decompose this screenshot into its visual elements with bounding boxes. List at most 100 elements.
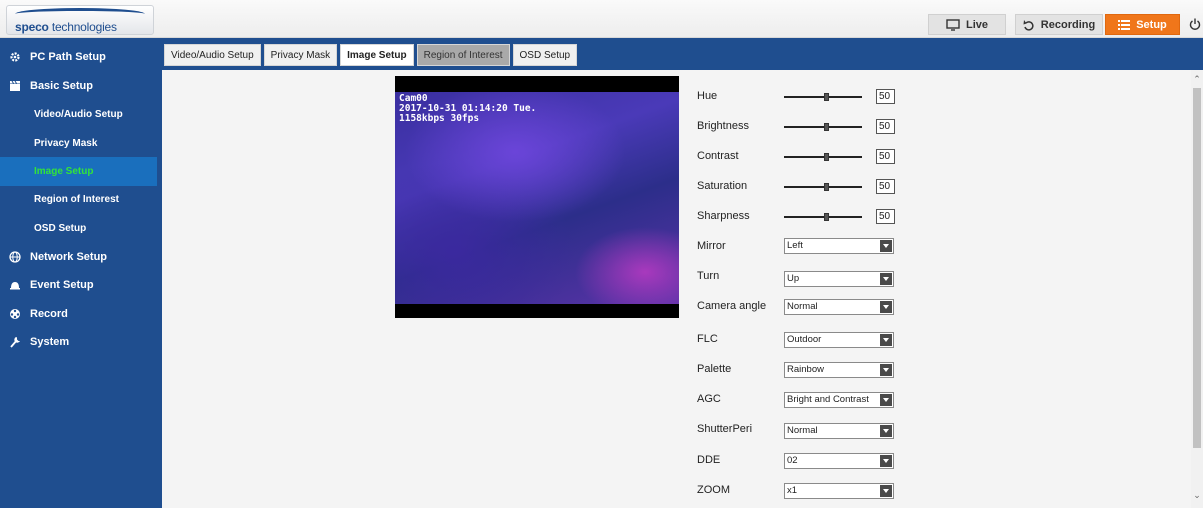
tab-osd-setup[interactable]: OSD Setup xyxy=(512,44,578,66)
slider-thumb[interactable] xyxy=(824,183,829,191)
recording-label: Recording xyxy=(1040,18,1096,31)
logo-text-thin: technologies xyxy=(48,20,117,34)
zoom-value: x1 xyxy=(787,485,798,496)
chevron-down-icon[interactable] xyxy=(880,364,892,376)
turn-label: Turn xyxy=(697,270,720,282)
sidebar-item-system[interactable]: System xyxy=(0,327,157,356)
sidebar-subitem-region-of-interest[interactable]: Region of Interest xyxy=(0,185,157,214)
camera-angle-value: Normal xyxy=(787,301,818,312)
live-label: Live xyxy=(965,18,988,31)
sharpness-value[interactable]: 50 xyxy=(876,209,895,224)
tab-image-setup[interactable]: Image Setup xyxy=(340,44,414,66)
brightness-slider[interactable] xyxy=(784,120,862,134)
camera-angle-select[interactable]: Normal xyxy=(784,299,894,315)
mirror-select[interactable]: Left xyxy=(784,238,894,254)
mirror-label: Mirror xyxy=(697,240,726,252)
slider-thumb[interactable] xyxy=(824,93,829,101)
sidebar: PC Path Setup Basic Setup Video/Audio Se… xyxy=(0,38,162,508)
scroll-down-icon[interactable]: ⌄ xyxy=(1193,490,1201,500)
chevron-down-icon[interactable] xyxy=(880,425,892,437)
tab-video-audio-setup[interactable]: Video/Audio Setup xyxy=(164,44,261,66)
chevron-down-icon[interactable] xyxy=(880,455,892,467)
chevron-down-icon[interactable] xyxy=(880,273,892,285)
tab-region-of-interest[interactable]: Region of Interest xyxy=(416,44,510,66)
zoom-label: ZOOM xyxy=(697,484,730,496)
turn-select[interactable]: Up xyxy=(784,271,894,287)
saturation-slider[interactable] xyxy=(784,180,862,194)
clapperboard-icon xyxy=(0,80,30,92)
wrench-icon xyxy=(0,336,30,348)
sidebar-item-record[interactable]: Record xyxy=(0,299,157,328)
recording-button[interactable]: Recording xyxy=(1015,14,1103,35)
mirror-value: Left xyxy=(787,240,803,251)
tab-privacy-mask[interactable]: Privacy Mask xyxy=(263,44,338,66)
flc-label: FLC xyxy=(697,333,718,345)
agc-value: Bright and Contrast xyxy=(787,394,869,405)
undo-arrow-icon xyxy=(1023,19,1034,31)
sidebar-item-label: Event Setup xyxy=(30,278,94,291)
hue-value[interactable]: 50 xyxy=(876,89,895,104)
brightness-label: Brightness xyxy=(697,120,749,132)
video-preview: Cam00 2017-10-31 01:14:20 Tue. 1158kbps … xyxy=(395,76,679,318)
tab-bar: Video/Audio Setup Privacy Mask Image Set… xyxy=(162,44,578,66)
sharpness-label: Sharpness xyxy=(697,210,750,222)
gear-icon xyxy=(0,51,30,63)
sidebar-subitem-privacy-mask[interactable]: Privacy Mask xyxy=(0,129,157,158)
camera-angle-label: Camera angle xyxy=(697,300,767,312)
flc-select[interactable]: Outdoor xyxy=(784,332,894,348)
sidebar-item-pc-path-setup[interactable]: PC Path Setup xyxy=(0,42,157,71)
top-bar: speco technologies Live Recording Setup xyxy=(0,0,1203,38)
slider-thumb[interactable] xyxy=(824,213,829,221)
sharpness-slider[interactable] xyxy=(784,210,862,224)
setup-button[interactable]: Setup xyxy=(1105,14,1180,35)
main-content: Cam00 2017-10-31 01:14:20 Tue. 1158kbps … xyxy=(162,70,1203,508)
saturation-label: Saturation xyxy=(697,180,748,192)
contrast-value[interactable]: 50 xyxy=(876,149,895,164)
shutterperi-value: Normal xyxy=(787,425,818,436)
sidebar-item-network-setup[interactable]: Network Setup xyxy=(0,242,157,271)
sidebar-subitem-osd-setup[interactable]: OSD Setup xyxy=(0,214,157,243)
chevron-down-icon[interactable] xyxy=(880,485,892,497)
agc-select[interactable]: Bright and Contrast xyxy=(784,392,894,408)
sidebar-item-label: Record xyxy=(30,307,68,320)
monitor-icon xyxy=(946,18,960,31)
dde-value: 02 xyxy=(787,455,798,466)
brightness-value[interactable]: 50 xyxy=(876,119,895,134)
shutterperi-select[interactable]: Normal xyxy=(784,423,894,439)
chevron-down-icon[interactable] xyxy=(880,240,892,252)
speco-logo: speco technologies xyxy=(6,5,154,35)
live-button[interactable]: Live xyxy=(928,14,1006,35)
palette-label: Palette xyxy=(697,363,732,375)
sidebar-item-label: PC Path Setup xyxy=(30,50,106,63)
chevron-down-icon[interactable] xyxy=(880,394,892,406)
logo-swoosh xyxy=(15,8,145,20)
vertical-scrollbar[interactable]: ⌃ ⌄ xyxy=(1191,70,1203,508)
turn-value: Up xyxy=(787,273,800,284)
logo-text-bold: speco xyxy=(15,20,49,34)
saturation-value[interactable]: 50 xyxy=(876,179,895,194)
dde-select[interactable]: 02 xyxy=(784,453,894,469)
globe-icon xyxy=(0,250,30,263)
slider-thumb[interactable] xyxy=(824,123,829,131)
scrollbar-thumb[interactable] xyxy=(1193,88,1201,448)
sidebar-item-event-setup[interactable]: Event Setup xyxy=(0,270,157,299)
sidebar-item-label: System xyxy=(30,335,70,348)
video-osd-text: Cam00 2017-10-31 01:14:20 Tue. 1158kbps … xyxy=(399,93,537,124)
chevron-down-icon[interactable] xyxy=(880,334,892,346)
sidebar-item-label: Basic Setup xyxy=(30,79,93,92)
hue-slider[interactable] xyxy=(784,90,862,104)
contrast-slider[interactable] xyxy=(784,150,862,164)
shutterperi-label: ShutterPeri xyxy=(697,423,753,435)
scroll-up-icon[interactable]: ⌃ xyxy=(1193,74,1201,84)
setup-label: Setup xyxy=(1136,18,1167,31)
sidebar-item-basic-setup[interactable]: Basic Setup xyxy=(0,71,157,100)
zoom-select[interactable]: x1 xyxy=(784,483,894,499)
sidebar-subitem-image-setup[interactable]: Image Setup xyxy=(0,157,157,186)
palette-value: Rainbow xyxy=(787,364,824,375)
power-button[interactable] xyxy=(1188,14,1202,34)
sidebar-item-label: Network Setup xyxy=(30,250,108,263)
chevron-down-icon[interactable] xyxy=(880,301,892,313)
sidebar-subitem-video-audio-setup[interactable]: Video/Audio Setup xyxy=(0,100,157,129)
palette-select[interactable]: Rainbow xyxy=(784,362,894,378)
slider-thumb[interactable] xyxy=(824,153,829,161)
